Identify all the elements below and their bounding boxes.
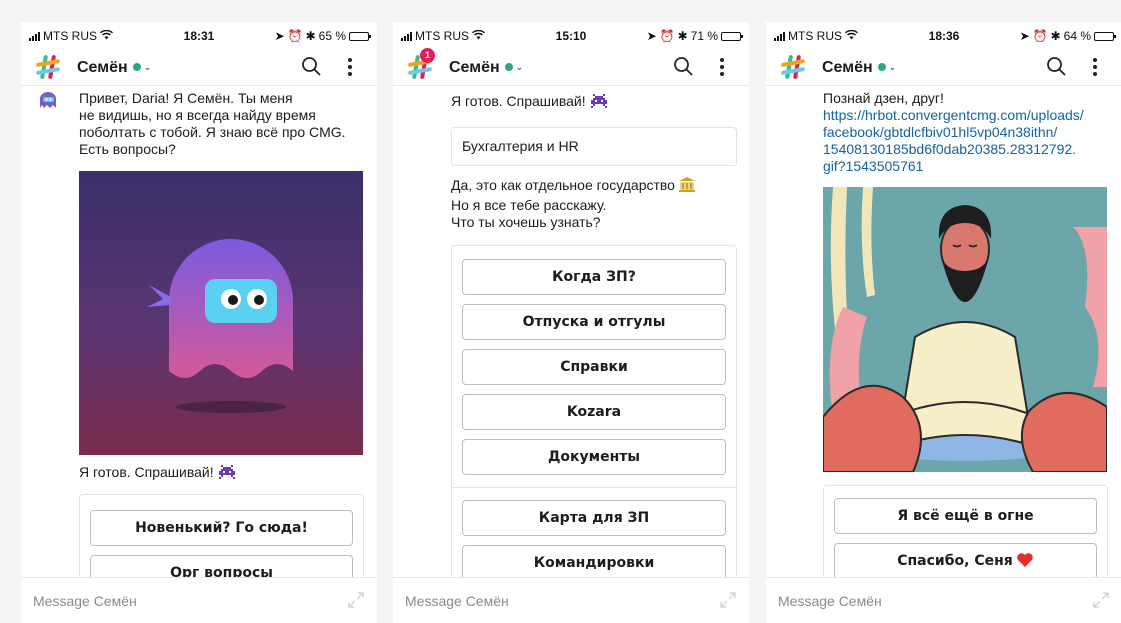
reply-text: Да, это как отдельное государство: [451, 177, 675, 193]
location-icon: ➤: [646, 29, 657, 43]
heart-icon: [1016, 553, 1033, 567]
presence-dot: [877, 63, 886, 71]
ready-text: Я готов. Спрашивай!: [79, 464, 214, 480]
channel-header: Семён ⌄: [766, 50, 1121, 86]
space-invader-icon: [218, 465, 235, 479]
status-bar: MTS RUS 15:10 ➤ ⏰ ✱ 71 %: [393, 22, 749, 50]
phone-screen-2: MTS RUS 15:10 ➤ ⏰ ✱ 71 % 1 Семён ⌄ Я гото…: [393, 22, 749, 623]
more-vertical-icon[interactable]: [345, 56, 355, 78]
bluetooth-icon: ✱: [677, 29, 688, 43]
reply-line-1: Да, это как отдельное государство: [451, 176, 696, 194]
location-icon: ➤: [274, 29, 285, 43]
battery-icon: [721, 31, 743, 41]
message-input[interactable]: [393, 578, 749, 623]
button-salary-card[interactable]: Карта для ЗП: [462, 500, 726, 536]
ready-text: Я готов. Спрашивай!: [451, 93, 586, 109]
presence-dot: [132, 63, 141, 71]
button-when-salary[interactable]: Когда ЗП?: [462, 259, 726, 295]
alarm-icon: ⏰: [1032, 29, 1048, 43]
channel-header: 1 Семён ⌄: [393, 48, 749, 86]
button-thanks-label: Спасибо, Сеня: [897, 553, 1013, 569]
battery-percent: 71 %: [690, 29, 718, 43]
channel-title[interactable]: Семён ⌄: [822, 59, 896, 77]
button-vacations[interactable]: Отпуска и отгулы: [462, 304, 726, 340]
search-icon[interactable]: [301, 56, 321, 76]
slack-logo-icon[interactable]: [35, 54, 61, 80]
notification-badge: 1: [420, 48, 435, 63]
status-bar: MTS RUS 18:36 ➤ ⏰ ✱ 64 %: [766, 22, 1121, 50]
expand-icon[interactable]: [347, 591, 365, 609]
message-input[interactable]: [21, 578, 377, 623]
search-icon[interactable]: [1046, 56, 1066, 76]
message-list: Я готов. Спрашивай! Бухгалтерия и HR Да,…: [393, 87, 749, 577]
more-vertical-icon[interactable]: [1090, 56, 1100, 78]
button-org-questions[interactable]: Орг вопросы: [90, 555, 353, 577]
ghost-illustration: [147, 239, 293, 413]
chevron-down-icon: ⌄: [143, 62, 152, 72]
battery-percent: 64 %: [1063, 29, 1091, 43]
yogi-illustration: [823, 187, 1107, 472]
battery-percent: 65 %: [318, 29, 346, 43]
bot-avatar[interactable]: [37, 92, 59, 108]
channel-title[interactable]: Семён ⌄: [77, 59, 151, 77]
button-thanks[interactable]: Спасибо, Сеня: [834, 543, 1097, 577]
button-certificates[interactable]: Справки: [462, 349, 726, 385]
alarm-icon: ⏰: [659, 29, 675, 43]
button-still-on-fire[interactable]: Я всё ещё в огне: [834, 498, 1097, 534]
search-icon[interactable]: [673, 56, 693, 76]
zen-message: Познай дзен, друг!: [823, 90, 944, 106]
chevron-down-icon: ⌄: [888, 62, 897, 72]
presence-dot: [504, 63, 513, 71]
more-vertical-icon[interactable]: [717, 56, 727, 78]
button-newcomer[interactable]: Новенький? Го сюда!: [90, 510, 353, 546]
bluetooth-icon: ✱: [1050, 29, 1061, 43]
expand-icon[interactable]: [719, 591, 737, 609]
bot-message: Привет, Daria! Я Семён. Ты меня не видиш…: [79, 90, 346, 157]
reply-line-2: Но я все тебе расскажу. Что ты хочешь уз…: [451, 197, 607, 230]
contact-name: Семён: [449, 59, 500, 76]
contact-name: Семён: [822, 59, 873, 76]
battery-icon: [1094, 31, 1116, 41]
message-composer: [393, 577, 749, 623]
bank-icon: [678, 177, 695, 192]
slack-logo-icon[interactable]: [780, 54, 806, 80]
message-composer: [766, 577, 1121, 623]
channel-title[interactable]: Семён ⌄: [449, 59, 523, 77]
space-invader-icon: [590, 94, 607, 108]
message-composer: [21, 577, 377, 623]
message-input[interactable]: [766, 578, 1121, 623]
chevron-down-icon: ⌄: [515, 62, 524, 72]
meditating-guru-image[interactable]: [823, 187, 1107, 472]
message-list: Познай дзен, друг! https://hrbot.converg…: [766, 87, 1121, 577]
divider: [451, 487, 737, 488]
gif-link[interactable]: https://hrbot.convergentcmg.com/uploads/…: [823, 107, 1113, 175]
expand-icon[interactable]: [1092, 591, 1110, 609]
location-icon: ➤: [1019, 29, 1030, 43]
contact-name: Семён: [77, 59, 128, 76]
button-documents[interactable]: Документы: [462, 439, 726, 475]
ready-message: Я готов. Спрашивай!: [79, 464, 236, 481]
button-kozara[interactable]: Kozara: [462, 394, 726, 430]
battery-icon: [349, 31, 371, 41]
alarm-icon: ⏰: [287, 29, 303, 43]
channel-header: Семён ⌄: [21, 50, 377, 86]
ghost-ninja-image[interactable]: [79, 171, 363, 455]
bluetooth-icon: ✱: [305, 29, 316, 43]
button-business-trips[interactable]: Командировки: [462, 545, 726, 577]
phone-screen-3: MTS RUS 18:36 ➤ ⏰ ✱ 64 % Семён ⌄ Познай д…: [766, 22, 1121, 623]
status-bar: MTS RUS 18:31 ➤ ⏰ ✱ 65 %: [21, 22, 377, 50]
message-list: Привет, Daria! Я Семён. Ты меня не видиш…: [21, 87, 377, 577]
ready-message: Я готов. Спрашивай!: [451, 93, 608, 110]
selected-option: Бухгалтерия и HR: [451, 127, 737, 166]
phone-screen-1: MTS RUS 18:31 ➤ ⏰ ✱ 65 % Семён ⌄ Привет,…: [21, 22, 377, 623]
